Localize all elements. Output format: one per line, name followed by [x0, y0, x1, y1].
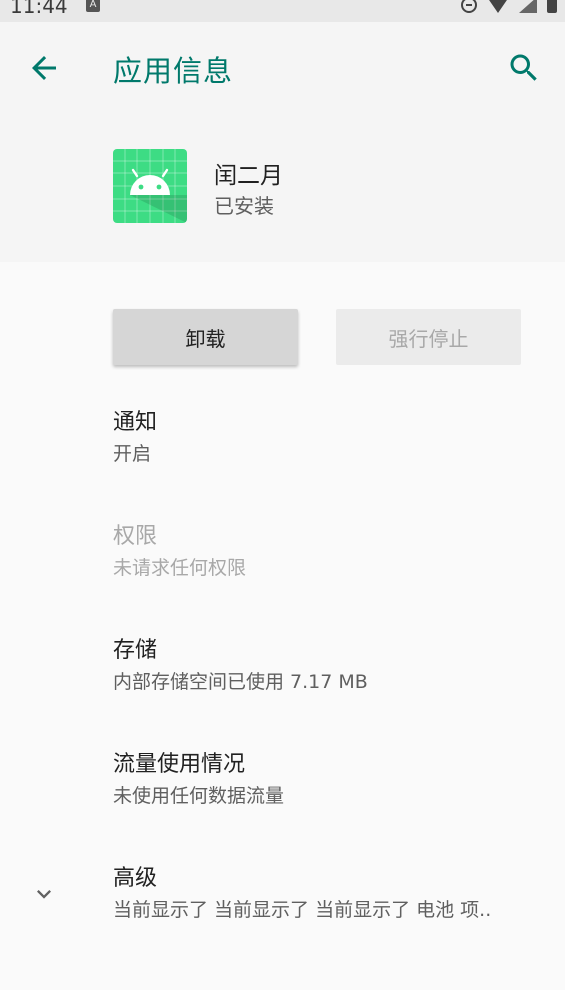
item-summary: 未请求任何权限	[113, 557, 247, 579]
item-summary: 未使用任何数据流量	[113, 785, 285, 807]
app-name: 闰二月	[214, 163, 283, 189]
app-install-status: 已安装	[214, 194, 274, 218]
item-title: 流量使用情况	[113, 752, 246, 777]
status-notification-icon: A	[86, 0, 100, 12]
item-title: 存储	[113, 638, 158, 663]
force-stop-button[interactable]: 强行停止	[336, 309, 521, 365]
page-title: 应用信息	[113, 54, 234, 88]
battery-icon	[547, 0, 557, 13]
chevron-down-icon[interactable]	[30, 880, 58, 908]
item-title: 高级	[113, 866, 158, 891]
search-button[interactable]	[506, 50, 542, 86]
item-summary: 开启	[113, 443, 152, 465]
wifi-icon	[487, 0, 509, 13]
app-icon	[113, 149, 187, 223]
uninstall-button[interactable]: 卸载	[113, 309, 298, 365]
status-bar: 11:44 A	[0, 0, 565, 22]
permissions-item[interactable]: 权限 未请求任何权限	[113, 522, 553, 582]
advanced-item[interactable]: 高级 当前显示了 当前显示了 当前显示了 电池 项..	[113, 864, 553, 924]
status-time: 11:44	[10, 0, 68, 18]
status-icons	[461, 0, 557, 13]
back-button[interactable]	[26, 50, 62, 86]
do-not-disturb-icon	[461, 0, 477, 13]
data-usage-item[interactable]: 流量使用情况 未使用任何数据流量	[113, 750, 553, 810]
android-icon	[113, 149, 187, 223]
item-title: 权限	[113, 524, 158, 549]
app-header: 应用信息 闰二月 已安装	[0, 22, 565, 262]
notifications-item[interactable]: 通知 开启	[113, 408, 553, 468]
arrow-left-icon	[32, 56, 56, 80]
item-summary: 内部存储空间已使用 7.17 MB	[113, 671, 368, 693]
storage-item[interactable]: 存储 内部存储空间已使用 7.17 MB	[113, 636, 553, 696]
item-title: 通知	[113, 410, 158, 435]
item-summary: 当前显示了 当前显示了 当前显示了 电池 项..	[113, 899, 492, 921]
signal-icon	[519, 0, 537, 13]
search-icon	[510, 54, 537, 81]
